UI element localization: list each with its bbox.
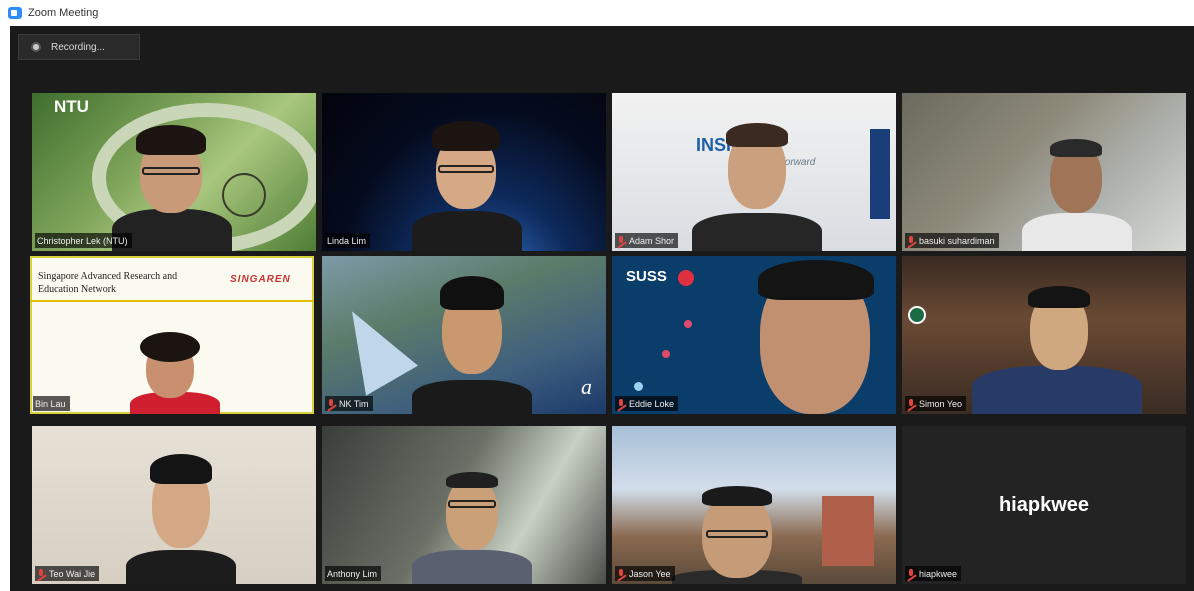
participant-name: Anthony Lim [327,568,378,579]
muted-mic-icon [617,235,625,246]
muted-mic-icon [617,568,625,579]
decor-dot [662,350,670,358]
building-shape [822,496,874,566]
name-tag: Christopher Lek (NTU) [35,233,132,248]
name-tag: Adam Shor [615,233,679,248]
video-tile-nk[interactable]: a NK Tim [322,256,606,414]
name-tag: Linda Lim [325,233,371,248]
name-tag: hiapkwee [905,566,962,581]
window-title: Zoom Meeting [28,7,99,19]
suss-logo: SUSS [626,268,667,285]
video-tile-linda[interactable]: Linda Lim [322,93,606,251]
muted-mic-icon [907,568,915,579]
name-tag: Bin Lau [33,396,70,411]
muted-mic-icon [617,398,625,409]
participant-name: basuki suhardiman [919,235,995,246]
decor-dot [634,382,643,391]
participant-video [412,270,532,414]
participant-video [1022,139,1132,251]
participant-name: Christopher Lek (NTU) [37,235,128,246]
singaren-logo: SINGAREN [230,274,291,285]
participant-name: hiapkwee [919,568,958,579]
video-tile-teo[interactable]: Teo Wai Jie [32,426,316,584]
participant-video [120,332,230,414]
name-tag: Anthony Lim [325,566,382,581]
cafe-logo-shape [908,306,926,324]
video-tile-anthony[interactable]: Anthony Lim [322,426,606,584]
participant-video [126,452,236,584]
participant-video [972,286,1142,414]
video-tile-simon[interactable]: Simon Yeo [902,256,1186,414]
participant-name: Jason Yee [629,568,671,579]
name-tag: basuki suhardiman [905,233,999,248]
muted-mic-icon [37,568,45,579]
video-tile-basuki[interactable]: basuki suhardiman [902,93,1186,251]
name-tag: Teo Wai Jie [35,566,100,581]
video-tile-bin[interactable]: Singapore Advanced Research and Educatio… [30,256,314,414]
name-tag: Jason Yee [615,566,675,581]
recording-indicator[interactable]: Recording... [18,34,140,60]
participant-video [112,121,232,251]
video-off-display-name: hiapkwee [998,494,1090,516]
ntu-logo: NTU [54,97,89,116]
slide-heading: Singapore Advanced Research and Educatio… [38,270,228,296]
red-badge-shape [678,270,694,286]
muted-mic-icon [327,398,335,409]
recording-label: Recording... [51,41,105,53]
participant-video [750,260,896,414]
participant-video [412,113,522,251]
title-bar: Zoom Meeting [0,0,1194,26]
participant-video [692,123,822,251]
meeting-area: Recording... NTU Christopher Lek (NTU) L… [10,26,1194,591]
decor-dot [684,320,692,328]
accent-logo: a [581,374,592,399]
participant-name: Teo Wai Jie [49,568,96,579]
name-tag: Simon Yeo [905,396,967,411]
participant-name: NK Tim [339,398,369,409]
zoom-app-icon [8,7,22,19]
slide-line-2: Education Network [38,284,117,295]
video-tile-eddie[interactable]: SUSS Eddie Loke [612,256,896,414]
wall-screen [870,129,890,219]
participant-name: Simon Yeo [919,398,963,409]
muted-mic-icon [907,398,915,409]
slide-divider [30,300,314,302]
participant-name: Bin Lau [35,398,66,409]
participant-video [412,466,532,584]
name-tag: NK Tim [325,396,373,411]
participant-name: Eddie Loke [629,398,675,409]
record-icon [31,42,41,52]
participant-name: Adam Shor [629,235,675,246]
muted-mic-icon [907,235,915,246]
participant-name: Linda Lim [327,235,367,246]
slide-line-1: Singapore Advanced Research and [38,271,178,282]
video-tile-adam[interactable]: INSIGHTS forward Adam Shor [612,93,896,251]
video-tile-jason[interactable]: Jason Yee [612,426,896,584]
video-tile-hiapkwee[interactable]: hiapkwee hiapkwee [902,426,1186,584]
name-tag: Eddie Loke [615,396,679,411]
participant-video [672,486,802,584]
video-tile-christopher[interactable]: NTU Christopher Lek (NTU) [32,93,316,251]
arrow-shape [326,296,418,396]
